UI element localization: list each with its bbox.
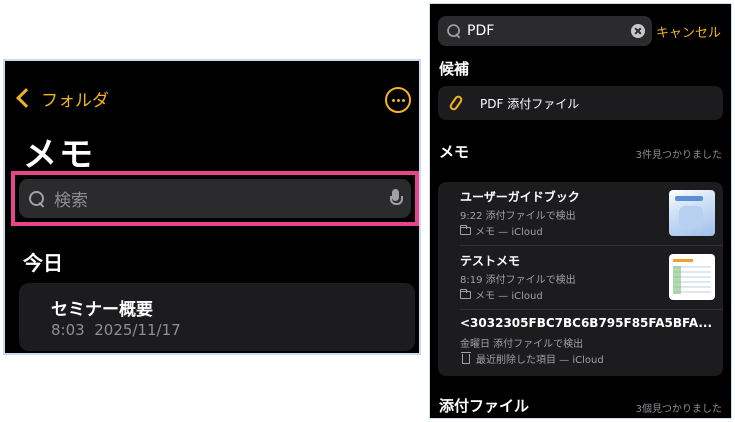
- list-item[interactable]: テストメモ 8:19 添付ファイルで検出 メモ — iCloud: [438, 246, 723, 310]
- suggestion-label: PDF 添付ファイル: [480, 96, 580, 111]
- trash-icon: [461, 351, 471, 364]
- microphone-icon[interactable]: [390, 188, 403, 209]
- guide-thumbnail: [669, 190, 715, 236]
- search-input[interactable]: 検索: [54, 186, 390, 211]
- search-bar[interactable]: 検索: [19, 179, 411, 218]
- section-heading-memos: メモ: [439, 143, 470, 161]
- left-phone-content: 検索 今日 セミナー概要 8:03 2025/11/17: [5, 61, 419, 353]
- suggestion-item[interactable]: PDF 添付ファイル: [438, 86, 723, 120]
- memo-date: 2025/11/17: [94, 321, 181, 339]
- search-icon: [28, 190, 46, 208]
- memo-time: 8:03: [51, 321, 85, 339]
- thumbnail-header: [673, 259, 693, 262]
- memo-meta: 8:03 2025/11/17: [51, 321, 181, 339]
- result-location: 最近削除した項目 — iCloud: [460, 351, 604, 366]
- thumbnail-graphic: [679, 206, 703, 228]
- result-subtitle: 8:19 添付ファイルで検出: [460, 275, 576, 286]
- clear-icon[interactable]: [631, 24, 645, 38]
- section-heading-attachments: 添付ファイル: [439, 397, 530, 415]
- list-item[interactable]: <3032305FBC7BC6B795F85FA5BFA... 金曜日 添付ファ…: [438, 310, 723, 374]
- result-location-label: 最近削除した項目 — iCloud: [476, 355, 604, 366]
- result-location-label: メモ — iCloud: [475, 291, 543, 302]
- section-heading-suggestions: 候補: [439, 60, 470, 78]
- folder-icon: [460, 288, 471, 299]
- search-results-screen: PDF キャンセル 候補 PDF 添付ファイル メモ 3件見つかりました ユーザ…: [429, 3, 732, 419]
- memos-result-count: 3件見つかりました: [635, 150, 722, 161]
- paperclip-icon: [448, 94, 464, 112]
- spreadsheet-thumbnail: [669, 254, 715, 300]
- section-heading-today: 今日: [23, 251, 63, 275]
- attachments-result-count: 3個見つかりました: [635, 404, 722, 415]
- result-subtitle: 9:22 添付ファイルで検出: [460, 211, 576, 222]
- result-title: テストメモ: [460, 254, 521, 268]
- search-input[interactable]: PDF: [467, 23, 631, 39]
- folder-icon: [460, 224, 471, 235]
- result-location-label: メモ — iCloud: [475, 227, 543, 238]
- memo-list-item[interactable]: セミナー概要 8:03 2025/11/17: [19, 283, 415, 351]
- result-title: <3032305FBC7BC6B795F85FA5BFA...: [460, 316, 713, 330]
- list-item[interactable]: ユーザーガイドブック 9:22 添付ファイルで検出 メモ — iCloud: [438, 182, 723, 246]
- cancel-button[interactable]: キャンセル: [656, 22, 721, 41]
- memo-title: セミナー概要: [51, 300, 153, 320]
- thumbnail-band: [675, 196, 703, 201]
- result-title: ユーザーガイドブック: [460, 190, 580, 204]
- search-bar[interactable]: PDF: [438, 16, 652, 46]
- thumbnail-accent: [673, 266, 681, 294]
- result-location: メモ — iCloud: [460, 223, 543, 238]
- search-icon: [446, 23, 461, 38]
- result-location: メモ — iCloud: [460, 287, 543, 302]
- result-subtitle: 金曜日 添付ファイルで検出: [460, 339, 584, 350]
- memo-results-list: ユーザーガイドブック 9:22 添付ファイルで検出 メモ — iCloud テス…: [438, 182, 723, 376]
